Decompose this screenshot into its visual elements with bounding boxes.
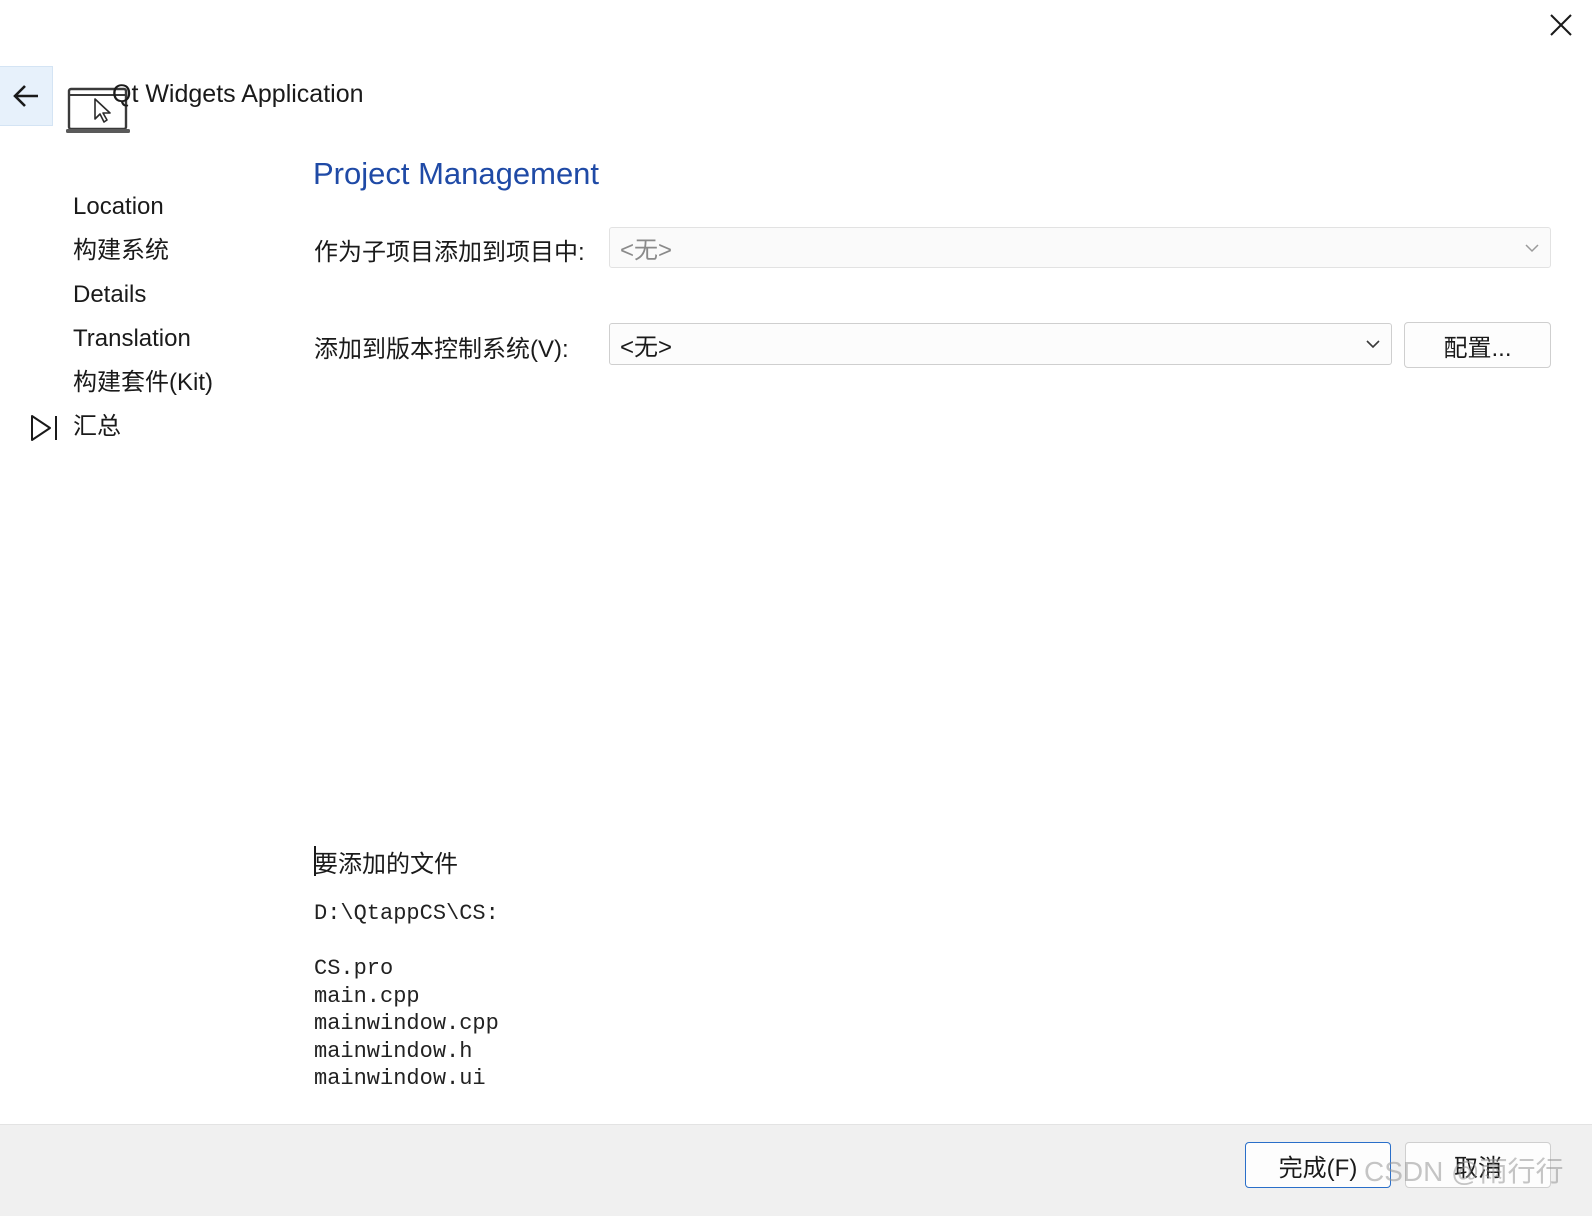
finish-button[interactable]: 完成(F) — [1245, 1142, 1391, 1188]
step-label: Details — [73, 281, 147, 308]
close-button[interactable] — [1540, 6, 1582, 44]
cancel-label: 取消 — [1454, 1154, 1502, 1182]
step-summary: 汇总 — [30, 405, 290, 449]
step-label: Location — [73, 193, 164, 220]
arrow-left-icon — [13, 85, 38, 107]
back-button[interactable] — [0, 66, 53, 126]
configure-vcs-button[interactable]: 配置... — [1404, 322, 1551, 368]
step-translation: Translation — [30, 317, 290, 361]
current-step-arrow-icon — [31, 415, 57, 441]
close-icon — [1550, 14, 1572, 36]
chevron-down-icon — [1525, 243, 1539, 252]
files-list: D:\QtappCS\CS: CS.pro main.cpp mainwindo… — [314, 901, 499, 1091]
subproject-combobox[interactable]: <无> — [609, 227, 1551, 268]
page-title: Project Management — [313, 156, 600, 191]
step-build-system: 构建系统 — [30, 229, 290, 273]
step-label: Translation — [73, 325, 191, 352]
subproject-label: 作为子项目添加到项目中: — [314, 239, 585, 266]
wizard-title: Qt Widgets Application — [112, 80, 364, 108]
step-location: Location — [30, 185, 290, 229]
step-details: Details — [30, 273, 290, 317]
configure-vcs-label: 配置... — [1443, 334, 1512, 362]
files-heading: 要添加的文件 — [314, 851, 458, 878]
wizard-window: Qt Widgets Application Location 构建系统 Det… — [0, 0, 1592, 1216]
step-kits: 构建套件(Kit) — [30, 361, 290, 405]
vcs-combobox[interactable]: <无> — [609, 323, 1392, 365]
vcs-value: <无> — [620, 333, 673, 361]
wizard-steps: Location 构建系统 Details Translation 构建套件(K… — [30, 185, 290, 449]
subproject-value: <无> — [620, 237, 673, 264]
cancel-button[interactable]: 取消 — [1405, 1142, 1551, 1188]
chevron-down-icon — [1366, 340, 1380, 349]
step-label: 汇总 — [73, 413, 121, 440]
finish-label: 完成(F) — [1278, 1154, 1358, 1182]
step-label: 构建套件(Kit) — [73, 369, 213, 396]
step-label: 构建系统 — [73, 237, 169, 264]
vcs-label: 添加到版本控制系统(V): — [314, 336, 569, 363]
